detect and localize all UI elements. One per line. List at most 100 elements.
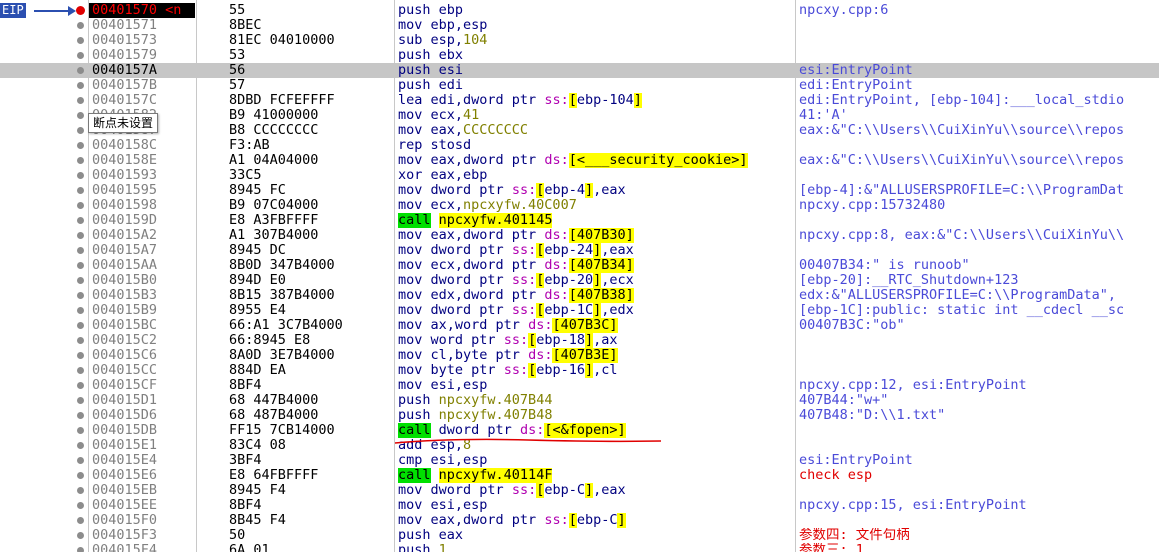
breakpoint-dot-icon[interactable] (77, 202, 84, 209)
breakpoint-dot-icon[interactable] (77, 307, 84, 314)
breakpoint-dot-icon[interactable] (77, 157, 84, 164)
comment: esi:EntryPoint (799, 63, 913, 78)
breakpoint-dot-icon[interactable] (77, 22, 84, 29)
breakpoint-dot-icon[interactable] (77, 472, 84, 479)
breakpoint-dot-icon[interactable] (77, 127, 84, 134)
instruction-row[interactable]: 004015B9 8955 E4 mov dword ptr ss:[ebp-1C]… (0, 303, 1159, 318)
instruction-row[interactable]: 004015BC 66:A1 3C7B4000 mov ax,word ptr ds… (0, 318, 1159, 333)
instruction-row[interactable]: 00401570 <n 55 push ebp npcxy.cpp:6 (0, 3, 1159, 18)
instruction: sub esp,104 (398, 33, 794, 48)
instruction-token: edi (430, 78, 464, 93)
instruction-token: [ (528, 363, 537, 378)
breakpoint-dot-icon[interactable] (77, 112, 84, 119)
instruction-token: npcxyfw.401145 (438, 213, 553, 228)
breakpoint-dot-icon[interactable] (77, 457, 84, 464)
instruction-token: ] (584, 183, 594, 198)
instruction-row[interactable]: 004015EE 8BF4 mov esi,esp npcxy.cpp:15, esi… (0, 498, 1159, 513)
instruction-row[interactable]: 0040157A 56 push esi esi:EntryPoint (0, 63, 1159, 78)
breakpoint-dot-icon[interactable] (77, 517, 84, 524)
instruction-row[interactable]: 0040157C 8DBD FCFEFFFF lea edi,dword ptr s… (0, 93, 1159, 108)
breakpoint-dot-icon[interactable] (77, 382, 84, 389)
breakpoint-dot-icon[interactable] (77, 217, 84, 224)
instruction-row[interactable]: 00401573 81EC 04010000 sub esp,104 (0, 33, 1159, 48)
instruction-row[interactable]: 0040157B 57 push edi edi:EntryPoint (0, 78, 1159, 93)
comment: [ebp-4]:&"ALLUSERSPROFILE=C:\\ProgramDat (799, 183, 1125, 198)
instruction-row[interactable]: 004015E6 E8 64FBFFFF call npcxyfw.40114F ch… (0, 468, 1159, 483)
instruction-row[interactable]: 004015CF 8BF4 mov esi,esp npcxy.cpp:12, esi… (0, 378, 1159, 393)
instruction-token: rep stosd (398, 138, 472, 153)
instruction-row[interactable]: 004015AA 8B0D 347B4000 mov ecx,dword ptr d… (0, 258, 1159, 273)
instruction-row[interactable]: 0040158E A1 04A04000 mov eax,dword ptr ds:… (0, 153, 1159, 168)
instruction-row[interactable]: 0040159D E8 A3FBFFFF call npcxyfw.401145 (0, 213, 1159, 228)
breakpoint-dot-icon[interactable] (77, 232, 84, 239)
breakpoint-dot-icon[interactable] (77, 442, 84, 449)
instruction-row[interactable]: 00401598 B9 07C04000 mov ecx,npcxyfw.40C00… (0, 198, 1159, 213)
instruction-token: push (398, 393, 431, 408)
instruction-row[interactable]: 0040158C F3:AB rep stosd (0, 138, 1159, 153)
instruction-token (431, 468, 439, 483)
instruction-row[interactable]: 004015B0 894D E0 mov dword ptr ss:[ebp-20]… (0, 273, 1159, 288)
instruction-row[interactable]: 004015DB FF15 7CB14000 call dword ptr ds:[… (0, 423, 1159, 438)
comment (799, 423, 1159, 438)
instruction-token: ss: (503, 303, 537, 318)
breakpoint-dot-icon[interactable] (77, 352, 84, 359)
instruction-row[interactable]: 00401587B8 CCCCCCCCmov eax,CCCCCCCCeax:&… (0, 123, 1159, 138)
comment: npcxy.cpp:15, esi:EntryPoint (799, 498, 1027, 513)
instruction-row[interactable]: 004015A2 A1 307B4000 mov eax,dword ptr ds:… (0, 228, 1159, 243)
instruction-row[interactable]: 004015F0 8B45 F4 mov eax,dword ptr ss:[ebp… (0, 513, 1159, 528)
instruction-row[interactable]: 004015D6 68 487B4000 push npcxyfw.407B48 40… (0, 408, 1159, 423)
instruction-token: [ (568, 258, 577, 273)
instruction-row[interactable]: 004015F3 50 push eax 参数四: 文件句柄 (0, 528, 1159, 543)
instruction-row[interactable]: 004015F4 6A 01 push 1 参数三: 1 (0, 543, 1159, 552)
instruction-row[interactable]: 00401571 8BEC mov ebp,esp (0, 18, 1159, 33)
breakpoint-dot-icon[interactable] (77, 292, 84, 299)
breakpoint-dot-icon[interactable] (77, 247, 84, 254)
breakpoint-dot-icon[interactable] (77, 547, 84, 552)
breakpoint-dot-icon[interactable] (77, 487, 84, 494)
instruction-token: dword ptr (463, 228, 537, 243)
instruction-row[interactable]: 004015CC 884D EA mov byte ptr ss:[ebp-16],… (0, 363, 1159, 378)
breakpoint-icon[interactable] (76, 6, 85, 15)
disassembly-view[interactable]: 00401570 <n 55 push ebp npcxy.cpp:6 00401571… (0, 0, 1159, 552)
breakpoint-dot-icon[interactable] (77, 67, 84, 74)
breakpoint-dot-icon[interactable] (77, 322, 84, 329)
instruction-row[interactable]: 004015D1 68 447B4000 push npcxyfw.407B44 40… (0, 393, 1159, 408)
instruction-token: ] (625, 258, 634, 273)
breakpoint-dot-icon[interactable] (77, 397, 84, 404)
comment: 407B44:"w+" (799, 393, 889, 408)
instruction-token: ebp (430, 3, 464, 18)
breakpoint-dot-icon[interactable] (77, 427, 84, 434)
instruction-row[interactable]: 00401582B9 41000000mov ecx,4141:'A' (0, 108, 1159, 123)
breakpoint-dot-icon[interactable] (77, 367, 84, 374)
breakpoint-dot-icon[interactable] (77, 37, 84, 44)
breakpoint-dot-icon[interactable] (77, 337, 84, 344)
breakpoint-dot-icon[interactable] (77, 532, 84, 539)
breakpoint-dot-icon[interactable] (77, 412, 84, 419)
breakpoint-dot-icon[interactable] (77, 52, 84, 59)
instruction-row[interactable]: 004015A7 8945 DC mov dword ptr ss:[ebp-24]… (0, 243, 1159, 258)
instruction-row[interactable]: 004015C6 8A0D 3E7B4000 mov cl,byte ptr ds:… (0, 348, 1159, 363)
breakpoint-dot-icon[interactable] (77, 502, 84, 509)
instruction-row[interactable]: 004015E4 3BF4 cmp esi,esp esi:EntryPoint (0, 453, 1159, 468)
breakpoint-dot-icon[interactable] (77, 82, 84, 89)
instruction-token: ax, (422, 318, 455, 333)
breakpoint-dot-icon[interactable] (77, 262, 84, 269)
instruction-row[interactable]: 00401579 53 push ebx (0, 48, 1159, 63)
breakpoint-dot-icon[interactable] (77, 172, 84, 179)
opcode-bytes: 66:A1 3C7B4000 (229, 318, 343, 333)
instruction-row[interactable]: 004015B3 8B15 387B4000 mov edx,dword ptr d… (0, 288, 1159, 303)
instruction-token: ds: (536, 228, 569, 243)
instruction-row[interactable]: 00401595 8945 FC mov dword ptr ss:[ebp-4],… (0, 183, 1159, 198)
instruction-token: ebp-20 (544, 273, 594, 288)
instruction: push esi (398, 63, 794, 78)
breakpoint-dot-icon[interactable] (77, 97, 84, 104)
instruction-row[interactable]: 00401593 33C5 xor eax,ebp (0, 168, 1159, 183)
comment: check esp (799, 468, 873, 483)
breakpoint-dot-icon[interactable] (77, 187, 84, 194)
instruction-row[interactable]: 004015C2 66:8945 E8 mov word ptr ss:[ebp-1… (0, 333, 1159, 348)
breakpoint-dot-icon[interactable] (77, 142, 84, 149)
instruction-row[interactable]: 004015EB 8945 F4 mov dword ptr ss:[ebp-C],… (0, 483, 1159, 498)
instruction: mov eax,dword ptr ss:[ebp-C] (398, 513, 794, 528)
breakpoint-dot-icon[interactable] (77, 277, 84, 284)
instruction-token: ecx, (422, 258, 464, 273)
